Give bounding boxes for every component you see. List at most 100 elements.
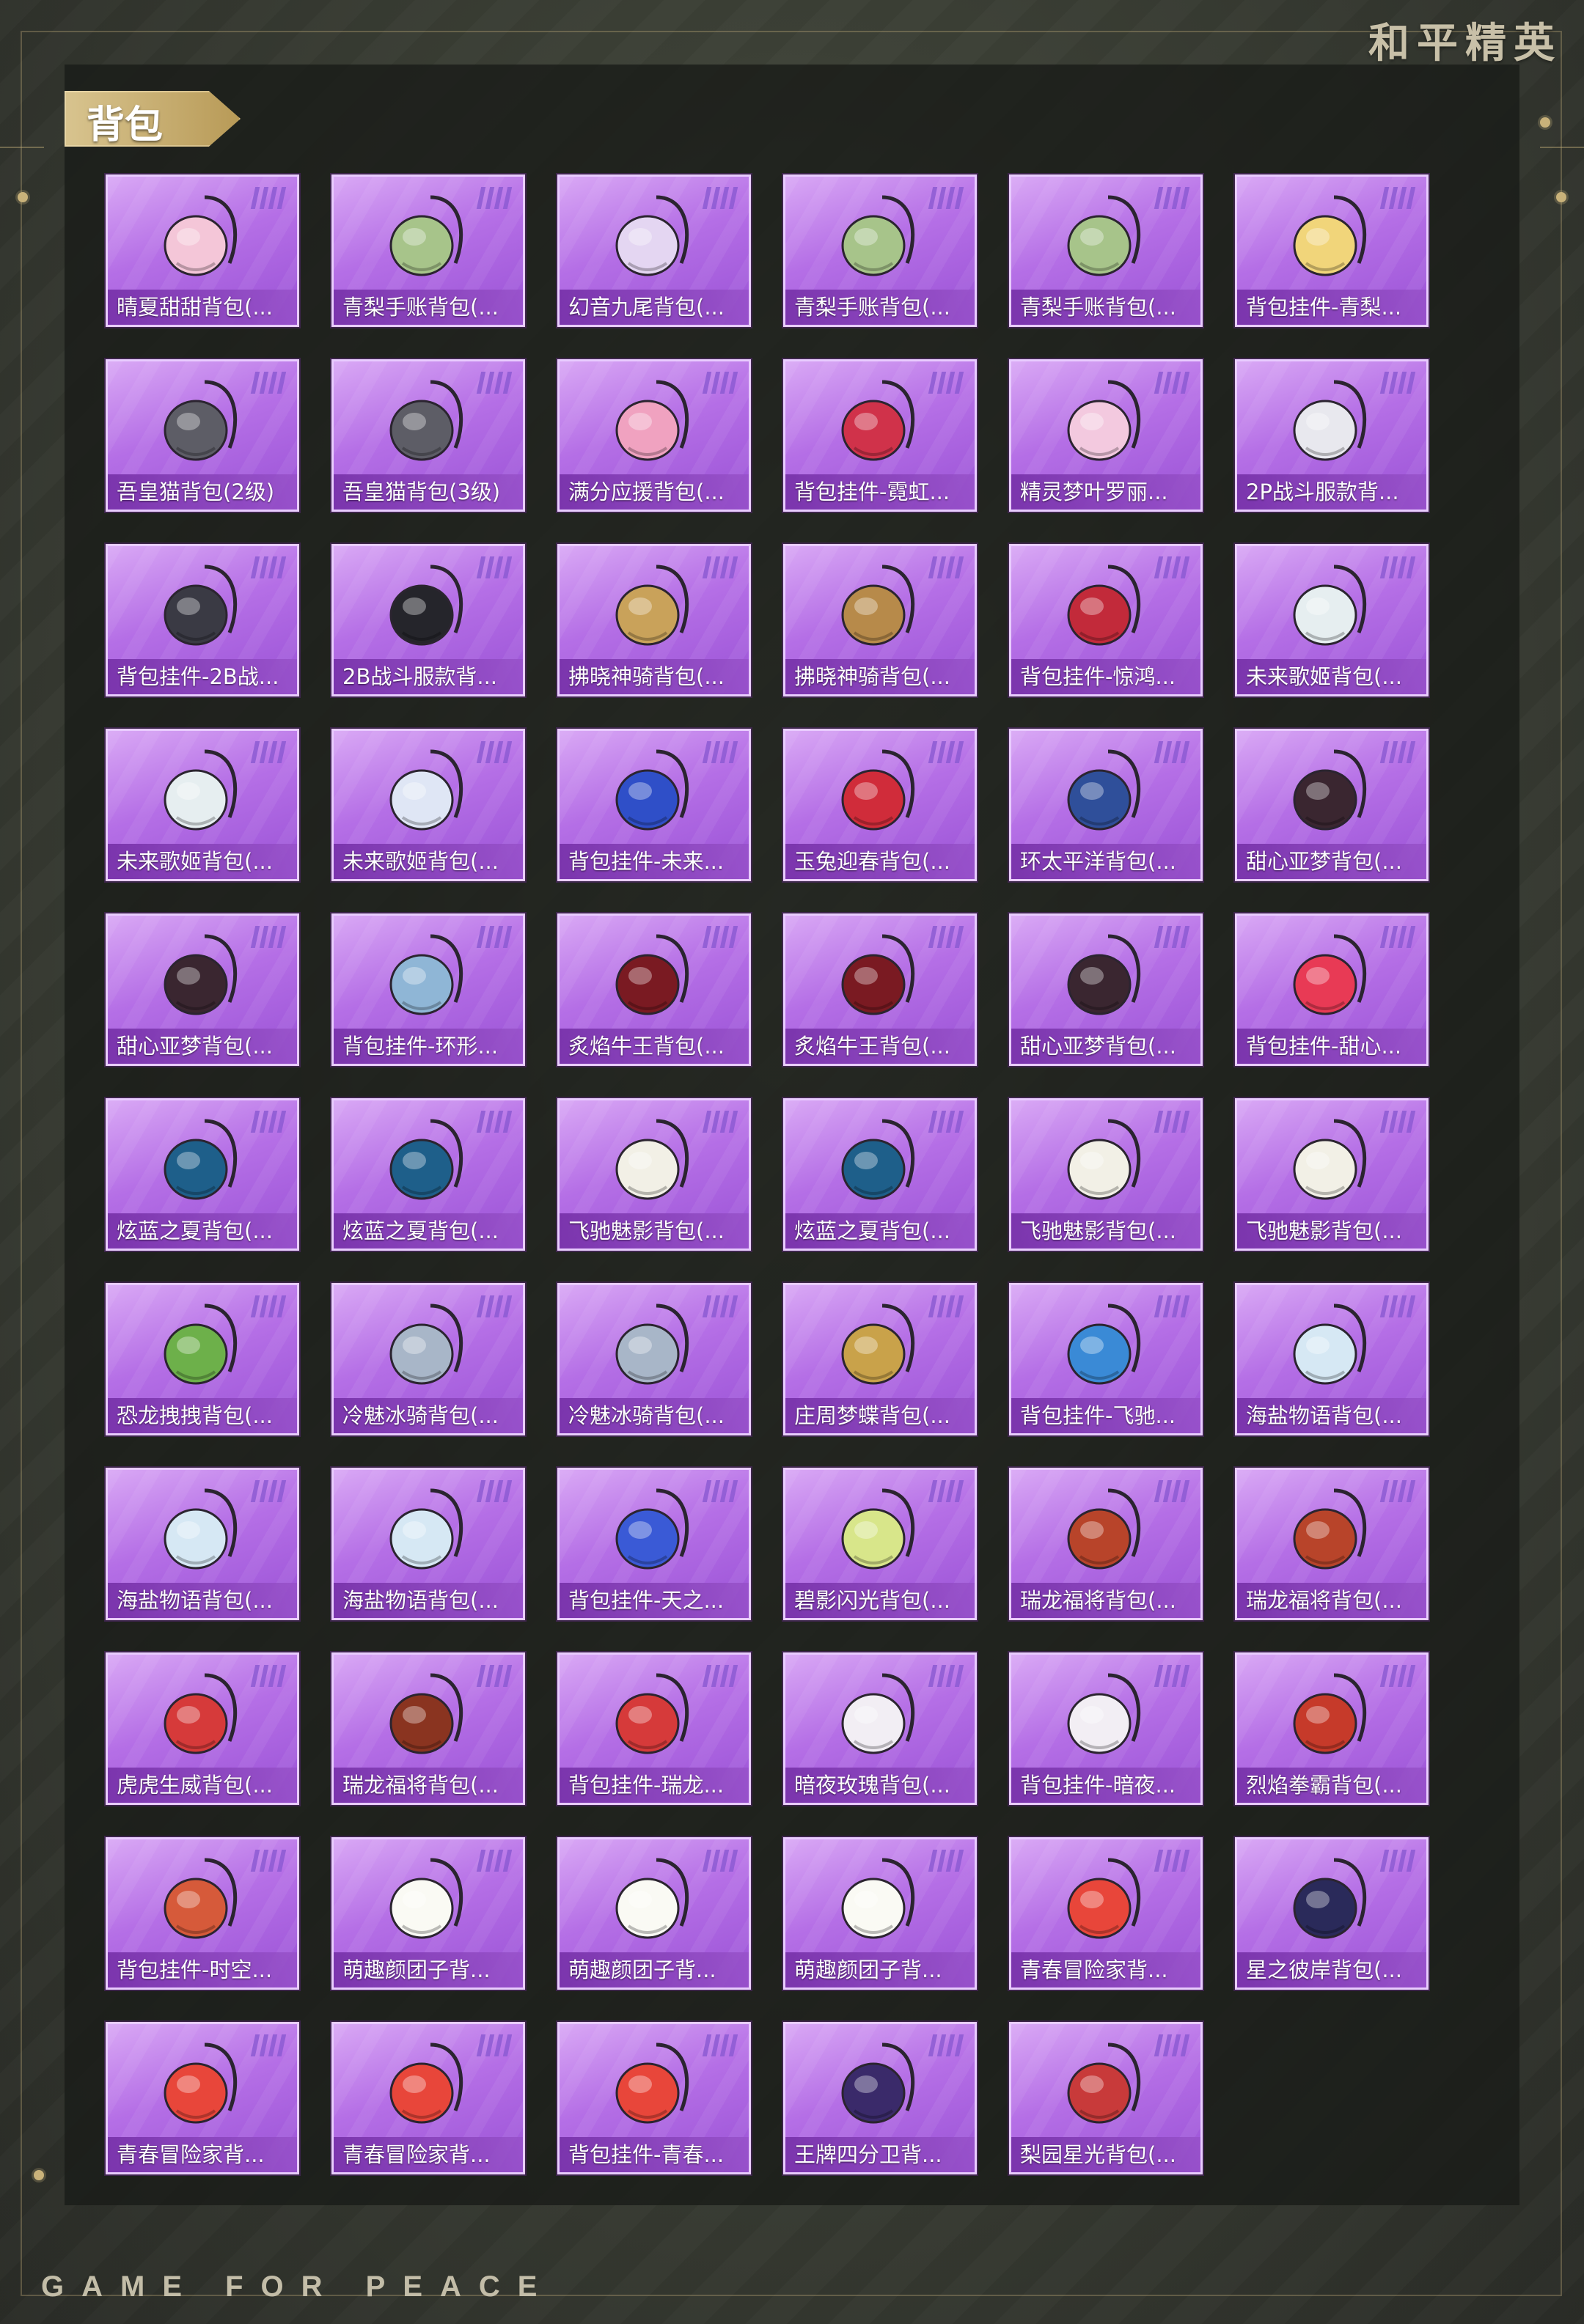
item-card[interactable]: 炫蓝之夏背包(... <box>331 1098 525 1251</box>
fairy-backpack-icon <box>1051 375 1161 468</box>
item-card[interactable]: 背包挂件-惊鸿... <box>1009 544 1203 696</box>
rarity-stripe <box>276 1111 287 1133</box>
rarity-stripe <box>719 1850 730 1872</box>
item-card[interactable]: 梨园星光背包(... <box>1009 2022 1203 2174</box>
item-card[interactable]: 背包挂件-霓虹... <box>783 359 977 512</box>
item-card[interactable]: 青梨手账背包(... <box>1009 174 1203 327</box>
rarity-stripes <box>1379 1480 1416 1502</box>
item-card[interactable]: 庄周梦蝶背包(... <box>783 1283 977 1435</box>
item-card[interactable]: 环太平洋背包(... <box>1009 729 1203 881</box>
rarity-stripes <box>250 926 287 948</box>
item-card[interactable]: 炙焰牛王背包(... <box>557 913 751 1066</box>
rarity-stripe <box>1406 1295 1416 1317</box>
item-card[interactable]: 玉兔迎春背包(... <box>783 729 977 881</box>
rarity-stripe <box>502 1295 513 1317</box>
item-card[interactable]: 海盐物语背包(... <box>1235 1283 1429 1435</box>
item-card[interactable]: 精灵梦叶罗丽... <box>1009 359 1203 512</box>
rarity-stripe <box>954 1111 964 1133</box>
item-card[interactable]: 萌趣颜团子背... <box>783 1837 977 1990</box>
item-card[interactable]: 碧影闪光背包(... <box>783 1468 977 1620</box>
dragon-backpack-icon <box>1277 1483 1387 1577</box>
item-card[interactable]: 拂晓神骑背包(... <box>783 544 977 696</box>
item-card[interactable]: 幻音九尾背包(... <box>557 174 751 327</box>
item-card[interactable]: 背包挂件-暗夜... <box>1009 1652 1203 1805</box>
item-card[interactable]: 满分应援背包(... <box>557 359 751 512</box>
item-card[interactable]: 飞驰魅影背包(... <box>557 1098 751 1251</box>
item-card[interactable]: 瑞龙福将背包(... <box>1235 1468 1429 1620</box>
item-label: 晴夏甜甜背包(... <box>108 290 297 325</box>
item-label: 萌趣颜团子背... <box>785 1952 975 1987</box>
item-card[interactable]: 背包挂件-天之... <box>557 1468 751 1620</box>
item-card[interactable]: 青梨手账背包(... <box>783 174 977 327</box>
item-label: 海盐物语背包(... <box>334 1583 523 1618</box>
item-card[interactable]: 背包挂件-青梨... <box>1235 174 1429 327</box>
rarity-stripe <box>719 1295 730 1317</box>
item-card[interactable]: 瑞龙福将背包(... <box>1009 1468 1203 1620</box>
item-card[interactable]: 海盐物语背包(... <box>331 1468 525 1620</box>
opera-backpack-icon <box>1051 2037 1161 2131</box>
rarity-stripe <box>719 1480 730 1502</box>
item-card[interactable]: 萌趣颜团子背... <box>331 1837 525 1990</box>
item-label: 背包挂件-未来... <box>560 844 749 879</box>
rarity-stripe <box>494 556 504 578</box>
item-card[interactable]: 王牌四分卫背... <box>783 2022 977 2174</box>
item-card[interactable]: 背包挂件-飞驰... <box>1009 1283 1203 1435</box>
item-card[interactable]: 青春冒险家背... <box>331 2022 525 2174</box>
item-card[interactable]: 青梨手账背包(... <box>331 174 525 327</box>
item-card[interactable]: 未来歌姬背包(... <box>1235 544 1429 696</box>
item-card[interactable]: 背包挂件-时空... <box>106 1837 299 1990</box>
item-card[interactable]: 冷魅冰骑背包(... <box>557 1283 751 1435</box>
item-card[interactable]: 炫蓝之夏背包(... <box>106 1098 299 1251</box>
item-card[interactable]: 甜心亚梦背包(... <box>1009 913 1203 1066</box>
item-card[interactable]: 吾皇猫背包(3级) <box>331 359 525 512</box>
item-card[interactable]: 晴夏甜甜背包(... <box>106 174 299 327</box>
rarity-stripe <box>494 1111 504 1133</box>
item-card[interactable]: 飞驰魅影背包(... <box>1009 1098 1203 1251</box>
item-card[interactable]: 恐龙拽拽背包(... <box>106 1283 299 1435</box>
item-card[interactable]: 背包挂件-青春... <box>557 2022 751 2174</box>
rarity-stripe <box>485 372 495 394</box>
item-label: 背包挂件-2B战... <box>108 659 297 694</box>
item-card[interactable]: 拂晓神骑背包(... <box>557 544 751 696</box>
rarity-stripe <box>711 1480 721 1502</box>
item-card[interactable]: 青春冒险家背... <box>1009 1837 1203 1990</box>
item-card[interactable]: 冷魅冰骑背包(... <box>331 1283 525 1435</box>
item-card[interactable]: 飞驰魅影背包(... <box>1235 1098 1429 1251</box>
item-card[interactable]: 未来歌姬背包(... <box>106 729 299 881</box>
rarity-stripes <box>702 1295 738 1317</box>
item-card[interactable]: 背包挂件-未来... <box>557 729 751 881</box>
sea-salt-backpack-icon <box>1277 1298 1387 1392</box>
item-card[interactable]: 未来歌姬背包(... <box>331 729 525 881</box>
item-label: 青春冒险家背... <box>334 2137 523 2172</box>
item-card[interactable]: 炙焰牛王背包(... <box>783 913 977 1066</box>
item-card[interactable]: 2B战斗服款背... <box>331 544 525 696</box>
item-card[interactable]: 虎虎生威背包(... <box>106 1652 299 1805</box>
item-card[interactable]: 暗夜玫瑰背包(... <box>783 1652 977 1805</box>
item-card[interactable]: 瑞龙福将背包(... <box>331 1652 525 1805</box>
item-card[interactable]: 背包挂件-2B战... <box>106 544 299 696</box>
rarity-stripe <box>276 1480 287 1502</box>
item-card[interactable]: 背包挂件-甜心... <box>1235 913 1429 1066</box>
item-card[interactable]: 甜心亚梦背包(... <box>106 913 299 1066</box>
item-card[interactable]: 烈焰拳霸背包(... <box>1235 1652 1429 1805</box>
item-card[interactable]: 2P战斗服款背... <box>1235 359 1429 512</box>
rarity-stripe <box>1171 926 1181 948</box>
rarity-stripes <box>1379 1295 1416 1317</box>
item-label: 甜心亚梦背包(... <box>1237 844 1426 879</box>
rarity-stripe <box>945 926 956 948</box>
item-card[interactable]: 背包挂件-环形... <box>331 913 525 1066</box>
item-card[interactable]: 甜心亚梦背包(... <box>1235 729 1429 881</box>
item-card[interactable]: 青春冒险家背... <box>106 2022 299 2174</box>
rarity-stripe <box>1162 1111 1173 1133</box>
rarity-stripes <box>702 926 738 948</box>
dark-red-backpack-icon <box>147 929 257 1023</box>
rarity-stripe <box>728 2034 738 2056</box>
rarity-stripes <box>476 2034 513 2056</box>
item-card[interactable]: 萌趣颜团子背... <box>557 1837 751 1990</box>
item-card[interactable]: 吾皇猫背包(2级) <box>106 359 299 512</box>
item-card[interactable]: 海盐物语背包(... <box>106 1468 299 1620</box>
item-card[interactable]: 炫蓝之夏背包(... <box>783 1098 977 1251</box>
rarity-stripe <box>1180 2034 1190 2056</box>
item-card[interactable]: 背包挂件-瑞龙... <box>557 1652 751 1805</box>
item-card[interactable]: 星之彼岸背包(... <box>1235 1837 1429 1990</box>
